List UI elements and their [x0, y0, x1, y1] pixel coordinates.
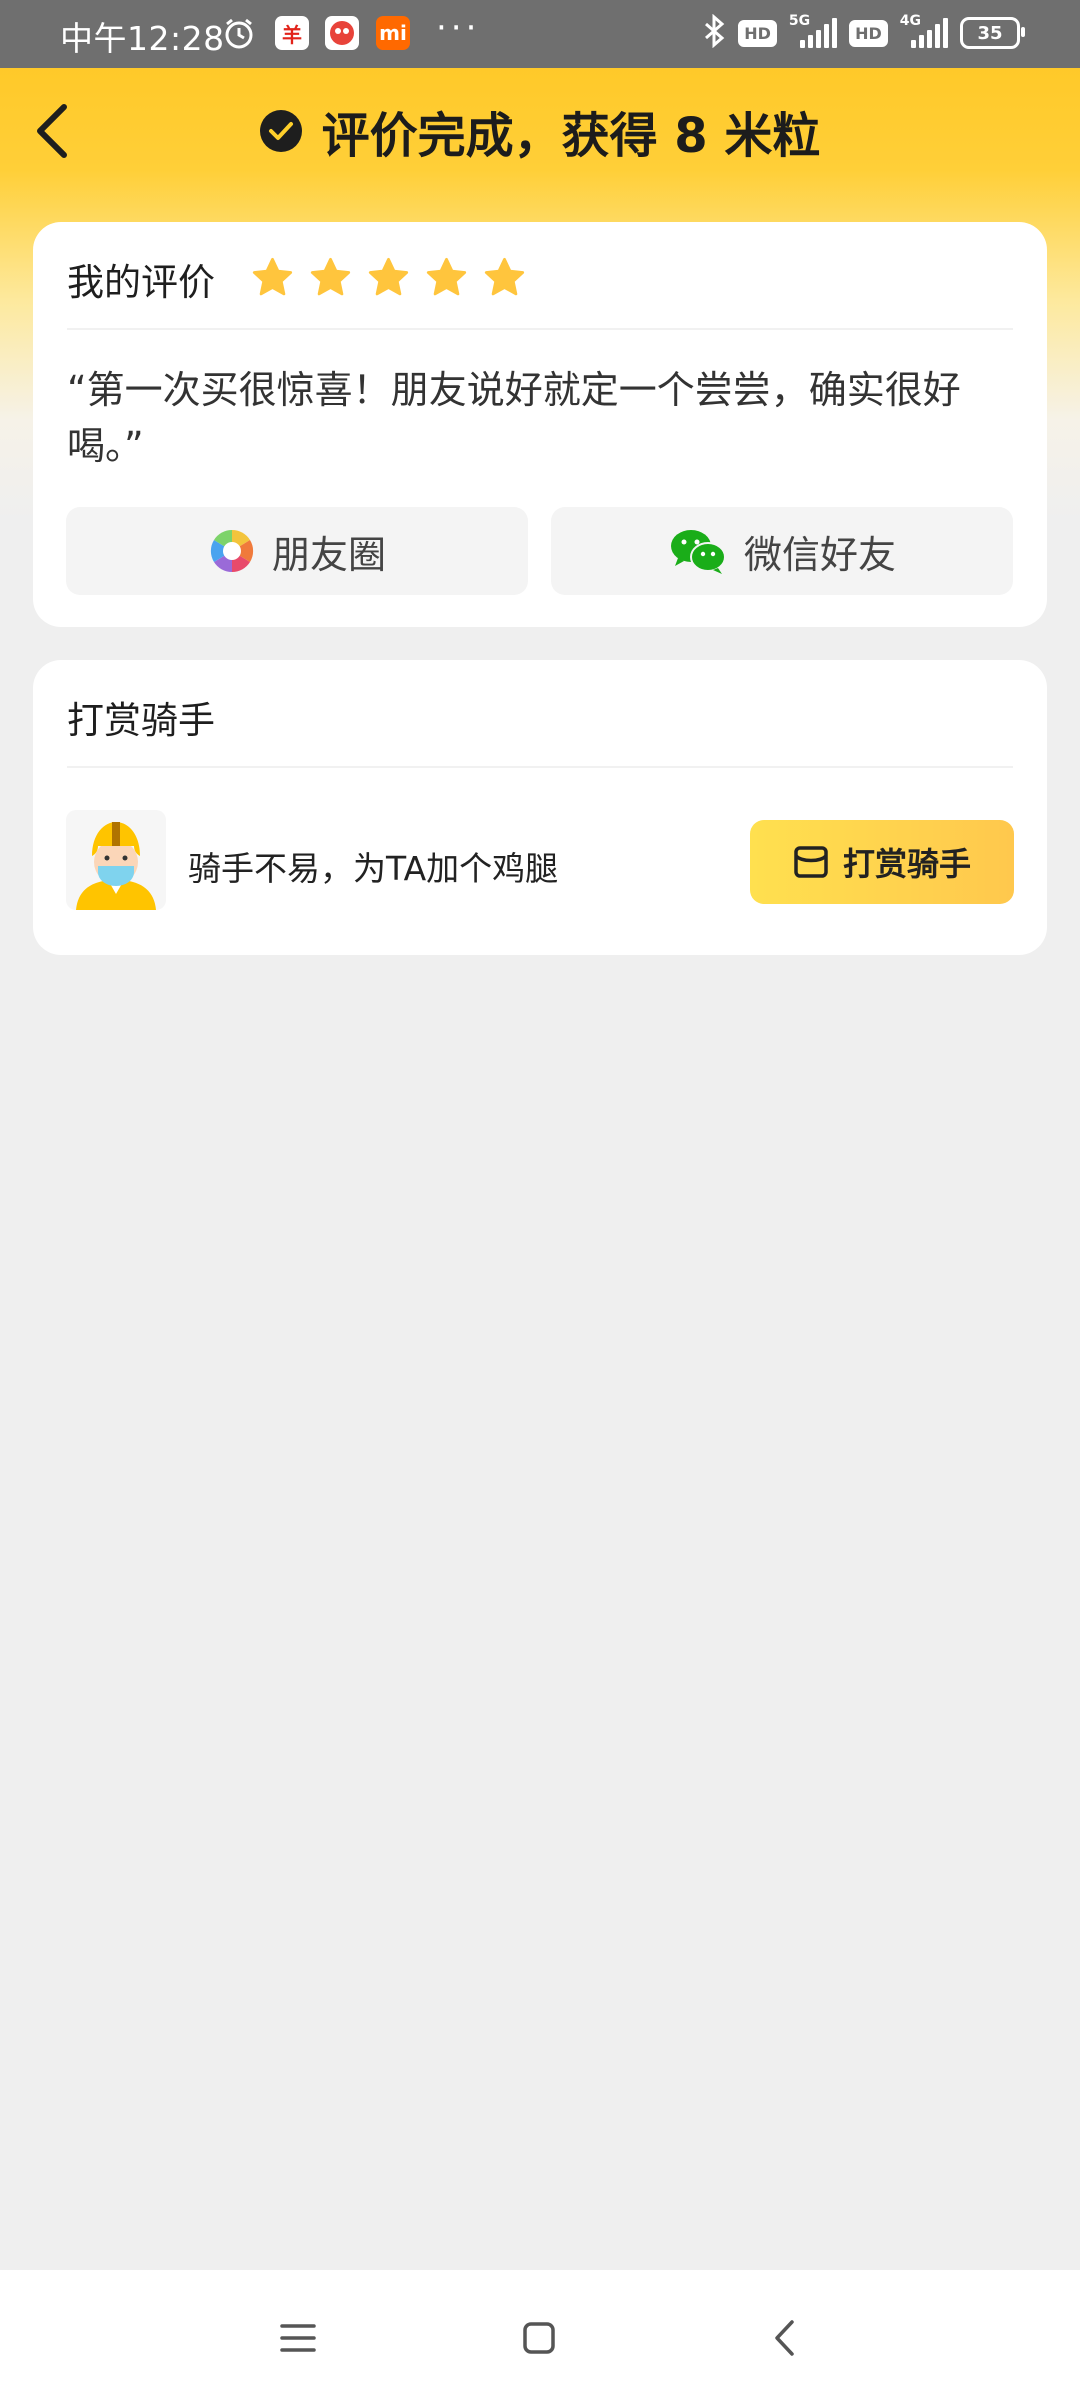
alarm-icon: [222, 16, 256, 50]
home-button[interactable]: [509, 2308, 569, 2368]
tip-rider-description: 骑手不易，为TA加个鸡腿: [188, 849, 559, 888]
star-icon: [368, 257, 409, 296]
shopping-app-icon: 羊: [275, 16, 309, 50]
star-icon: [484, 257, 525, 296]
hd-badge-2: HD: [849, 19, 888, 47]
network-type-label-2: 4G: [899, 13, 921, 29]
page-title: 评价完成，获得 8 米粒: [0, 96, 1080, 166]
system-back-button[interactable]: [754, 2308, 814, 2368]
status-time: 中午12:28: [60, 19, 225, 58]
status-bar: 中午12:28 羊 mi ··· HD 5G HD 4G 35: [0, 0, 1080, 68]
rating-stars: [251, 256, 526, 299]
menu-button[interactable]: [268, 2308, 328, 2368]
envelope-icon: [794, 846, 828, 878]
my-review-title: 我的评价: [67, 261, 215, 304]
star-icon: [426, 257, 467, 296]
network-type-label: 5G: [788, 13, 811, 29]
more-notifications-icon: ···: [436, 8, 481, 48]
bluetooth-icon: [702, 13, 726, 52]
share-wechat-button[interactable]: 微信好友: [551, 507, 1013, 595]
star-icon: [310, 257, 351, 296]
tip-rider-card: 打赏骑手 骑手不易，为TA加个鸡腿 打赏骑手: [33, 660, 1047, 955]
share-moments-button[interactable]: 朋友圈: [66, 507, 528, 595]
review-text: “第一次买很惊喜！朋友说好就定一个尝尝，确实很好喝。”: [67, 368, 961, 468]
moments-icon: [210, 529, 254, 573]
star-icon: [252, 257, 293, 296]
game-app-icon: [325, 16, 359, 50]
system-nav-bar: [0, 2270, 1080, 2400]
hd-badge: HD: [738, 19, 777, 47]
battery-icon: 35: [960, 17, 1025, 49]
home-icon: [523, 2322, 555, 2354]
divider: [67, 328, 1013, 330]
battery-level: 35: [977, 22, 1003, 44]
tip-rider-button[interactable]: 打赏骑手: [750, 820, 1014, 904]
tip-rider-button-label: 打赏骑手: [842, 845, 971, 883]
wechat-icon: [670, 530, 726, 574]
share-moments-label: 朋友圈: [271, 532, 386, 577]
share-wechat-label: 微信好友: [743, 532, 896, 577]
page-title-text: 评价完成，获得 8 米粒: [321, 108, 821, 164]
status-right: HD 5G HD 4G 35: [702, 13, 1025, 52]
rider-avatar: [66, 810, 166, 910]
rider-illustration: [76, 822, 156, 910]
mi-app-icon: mi: [376, 16, 410, 50]
tip-rider-title: 打赏骑手: [67, 699, 215, 742]
check-circle-icon: [259, 110, 302, 152]
back-icon: [775, 2320, 794, 2356]
menu-icon: [280, 2324, 316, 2352]
my-review-card: 我的评价 “第一次买很惊喜！朋友说好就定一个尝尝，确实很好喝。” 朋友圈 微信好…: [33, 222, 1047, 627]
divider: [67, 766, 1013, 768]
